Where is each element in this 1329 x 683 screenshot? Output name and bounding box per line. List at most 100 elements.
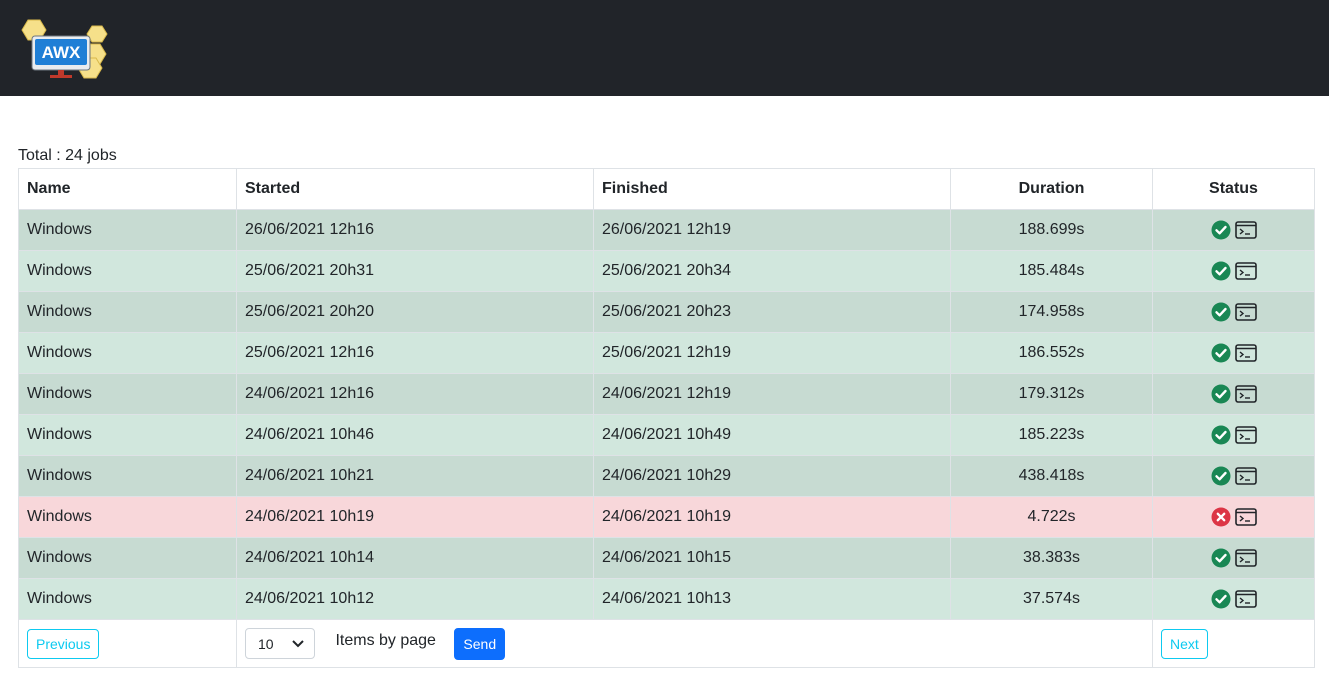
job-started: 25/06/2021 12h16 xyxy=(236,332,594,374)
job-status-cell xyxy=(1152,537,1315,579)
page-size-select[interactable]: 10 xyxy=(245,628,315,659)
check-circle-icon xyxy=(1211,220,1231,240)
table-row: Windows 25/06/2021 20h20 25/06/2021 20h2… xyxy=(18,291,1315,333)
job-name: Windows xyxy=(18,537,237,579)
job-name: Windows xyxy=(18,373,237,415)
job-duration: 4.722s xyxy=(950,496,1153,538)
column-header-duration: Duration xyxy=(950,168,1153,210)
terminal-icon[interactable] xyxy=(1234,508,1257,526)
job-name: Windows xyxy=(18,250,237,292)
job-started: 24/06/2021 10h21 xyxy=(236,455,594,497)
job-duration: 174.958s xyxy=(950,291,1153,333)
job-duration: 179.312s xyxy=(950,373,1153,415)
table-row: Windows 24/06/2021 10h12 24/06/2021 10h1… xyxy=(18,578,1315,620)
job-finished: 24/06/2021 12h19 xyxy=(593,373,951,415)
table-row: Windows 24/06/2021 12h16 24/06/2021 12h1… xyxy=(18,373,1315,415)
job-finished: 25/06/2021 20h23 xyxy=(593,291,951,333)
job-duration: 438.418s xyxy=(950,455,1153,497)
terminal-icon[interactable] xyxy=(1234,344,1257,362)
top-navbar: AWX xyxy=(0,0,1329,96)
column-header-finished: Finished xyxy=(593,168,951,210)
job-status-cell xyxy=(1152,250,1315,292)
job-status-cell xyxy=(1152,209,1315,251)
job-name: Windows xyxy=(18,209,237,251)
jobs-table: Name Started Finished Duration Status Wi… xyxy=(18,168,1315,668)
pagination-next-cell: Next xyxy=(1152,619,1315,668)
job-status-cell xyxy=(1152,291,1315,333)
terminal-icon[interactable] xyxy=(1234,221,1257,239)
terminal-icon[interactable] xyxy=(1234,303,1257,321)
check-circle-icon xyxy=(1211,466,1231,486)
x-circle-icon xyxy=(1211,507,1231,527)
svg-text:AWX: AWX xyxy=(42,43,81,62)
check-circle-icon xyxy=(1211,589,1231,609)
items-by-page-label: Items by page xyxy=(335,631,436,649)
job-name: Windows xyxy=(18,291,237,333)
check-circle-icon xyxy=(1211,302,1231,322)
job-started: 25/06/2021 20h20 xyxy=(236,291,594,333)
job-finished: 25/06/2021 20h34 xyxy=(593,250,951,292)
job-finished: 24/06/2021 10h29 xyxy=(593,455,951,497)
job-status-cell xyxy=(1152,455,1315,497)
send-button[interactable]: Send xyxy=(454,627,506,660)
pagination-controls-cell: 10 Items by page Send xyxy=(236,619,1153,668)
page-size-value: 10 xyxy=(258,635,274,652)
job-status-cell xyxy=(1152,414,1315,456)
check-circle-icon xyxy=(1211,425,1231,445)
job-finished: 24/06/2021 10h15 xyxy=(593,537,951,579)
next-button[interactable]: Next xyxy=(1161,628,1208,659)
job-finished: 24/06/2021 10h49 xyxy=(593,414,951,456)
terminal-icon[interactable] xyxy=(1234,549,1257,567)
table-row: Windows 26/06/2021 12h16 26/06/2021 12h1… xyxy=(18,209,1315,251)
terminal-icon[interactable] xyxy=(1234,426,1257,444)
job-status-cell xyxy=(1152,578,1315,620)
table-header-row: Name Started Finished Duration Status xyxy=(18,168,1315,210)
job-duration: 186.552s xyxy=(950,332,1153,374)
job-started: 24/06/2021 10h19 xyxy=(236,496,594,538)
check-circle-icon xyxy=(1211,384,1231,404)
job-started: 24/06/2021 10h46 xyxy=(236,414,594,456)
check-circle-icon xyxy=(1211,343,1231,363)
terminal-icon[interactable] xyxy=(1234,590,1257,608)
job-finished: 25/06/2021 12h19 xyxy=(593,332,951,374)
job-name: Windows xyxy=(18,496,237,538)
job-finished: 26/06/2021 12h19 xyxy=(593,209,951,251)
check-circle-icon xyxy=(1211,548,1231,568)
pagination-row: Previous 10 Items by page Send Next xyxy=(18,619,1315,668)
job-duration: 37.574s xyxy=(950,578,1153,620)
job-status-cell xyxy=(1152,496,1315,538)
job-name: Windows xyxy=(18,455,237,497)
awx-logo[interactable]: AWX xyxy=(18,16,108,80)
terminal-icon[interactable] xyxy=(1234,262,1257,280)
previous-button[interactable]: Previous xyxy=(27,628,100,659)
job-name: Windows xyxy=(18,578,237,620)
table-row: Windows 25/06/2021 12h16 25/06/2021 12h1… xyxy=(18,332,1315,374)
job-finished: 24/06/2021 10h13 xyxy=(593,578,951,620)
job-started: 24/06/2021 10h12 xyxy=(236,578,594,620)
column-header-name: Name xyxy=(18,168,237,210)
job-duration: 185.484s xyxy=(950,250,1153,292)
table-row: Windows 25/06/2021 20h31 25/06/2021 20h3… xyxy=(18,250,1315,292)
table-row: Windows 24/06/2021 10h46 24/06/2021 10h4… xyxy=(18,414,1315,456)
table-row: Windows 24/06/2021 10h19 24/06/2021 10h1… xyxy=(18,496,1315,538)
table-row: Windows 24/06/2021 10h14 24/06/2021 10h1… xyxy=(18,537,1315,579)
job-started: 25/06/2021 20h31 xyxy=(236,250,594,292)
terminal-icon[interactable] xyxy=(1234,385,1257,403)
check-circle-icon xyxy=(1211,261,1231,281)
job-finished: 24/06/2021 10h19 xyxy=(593,496,951,538)
total-jobs-count: Total : 24 jobs xyxy=(18,147,117,164)
terminal-icon[interactable] xyxy=(1234,467,1257,485)
column-header-started: Started xyxy=(236,168,594,210)
job-status-cell xyxy=(1152,373,1315,415)
job-started: 24/06/2021 12h16 xyxy=(236,373,594,415)
job-name: Windows xyxy=(18,414,237,456)
job-duration: 38.383s xyxy=(950,537,1153,579)
pagination-prev-cell: Previous xyxy=(18,619,237,668)
job-duration: 185.223s xyxy=(950,414,1153,456)
table-row: Windows 24/06/2021 10h21 24/06/2021 10h2… xyxy=(18,455,1315,497)
chevron-down-icon xyxy=(292,639,304,647)
job-started: 26/06/2021 12h16 xyxy=(236,209,594,251)
column-header-status: Status xyxy=(1152,168,1315,210)
job-started: 24/06/2021 10h14 xyxy=(236,537,594,579)
job-name: Windows xyxy=(18,332,237,374)
